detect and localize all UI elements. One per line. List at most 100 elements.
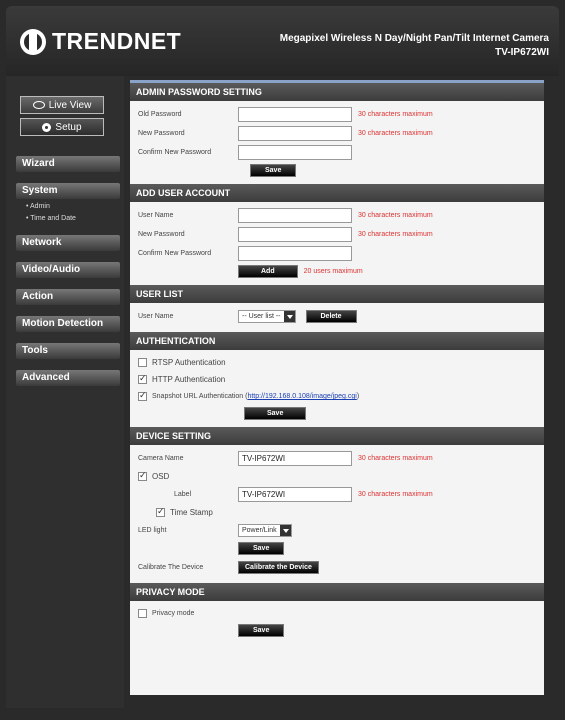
authentication-section: RTSP Authentication HTTP Authentication … bbox=[130, 350, 544, 427]
calibrate-button[interactable]: Calibrate the Device bbox=[238, 561, 319, 574]
menu-item-wizard[interactable]: Wizard bbox=[16, 156, 120, 172]
snapshot-auth-end: ) bbox=[356, 393, 360, 400]
http-auth-label: HTTP Authentication bbox=[152, 375, 226, 384]
user-list-selected: -- User list -- bbox=[242, 313, 281, 320]
settings-panel: ADMIN PASSWORD SETTING Old Password 30 c… bbox=[130, 80, 544, 695]
user-password-label: New Password bbox=[138, 231, 185, 238]
http-auth-checkbox[interactable] bbox=[138, 373, 147, 384]
confirm-password-label: Confirm New Password bbox=[138, 149, 212, 156]
setup-label: Setup bbox=[55, 121, 82, 133]
auth-save-button[interactable]: Save bbox=[244, 406, 307, 420]
osd-label: OSD bbox=[152, 472, 170, 481]
menu-item-advanced[interactable]: Advanced bbox=[16, 370, 120, 386]
user-list-label: User Name bbox=[138, 313, 174, 320]
menu-item-tools[interactable]: Tools bbox=[16, 343, 120, 359]
product-name: Megapixel Wireless N Day/Night Pan/Tilt … bbox=[279, 33, 549, 44]
admin-save-button[interactable]: Save bbox=[250, 163, 297, 177]
user-list-header: USER LIST bbox=[130, 285, 544, 303]
user-password-input[interactable] bbox=[238, 227, 352, 242]
submenu-item-time-date[interactable]: • Time and Date bbox=[26, 213, 120, 225]
device-setting-section: Camera Name 30 characters maximum OSD La… bbox=[130, 445, 544, 583]
menu-item-motion-detection[interactable]: Motion Detection bbox=[16, 316, 120, 332]
gear-icon bbox=[42, 122, 52, 132]
old-password-input[interactable] bbox=[238, 107, 352, 122]
auth-save-row: Save bbox=[138, 405, 536, 421]
time-stamp-label: Time Stamp bbox=[170, 508, 213, 517]
calibrate-label: Calibrate The Device bbox=[138, 564, 204, 571]
setup-button[interactable]: Setup bbox=[20, 118, 104, 136]
delete-user-button[interactable]: Delete bbox=[305, 310, 357, 323]
new-password-hint: 30 characters maximum bbox=[358, 130, 433, 137]
label-input[interactable] bbox=[238, 487, 352, 502]
camera-name-input[interactable] bbox=[238, 451, 352, 466]
user-name-hint: 30 characters maximum bbox=[358, 212, 433, 219]
camera-name-label: Camera Name bbox=[138, 455, 184, 462]
old-password-label: Old Password bbox=[138, 111, 182, 118]
privacy-mode-label: Privacy mode bbox=[152, 610, 195, 617]
http-auth-row: HTTP Authentication bbox=[138, 371, 536, 388]
menu-item-action[interactable]: Action bbox=[16, 289, 120, 305]
view-switcher: Live View Setup bbox=[20, 96, 108, 140]
user-confirm-input[interactable] bbox=[238, 246, 352, 261]
privacy-mode-header: PRIVACY MODE bbox=[130, 583, 544, 601]
admin-save-row: Save bbox=[138, 162, 536, 178]
osd-row: OSD bbox=[138, 468, 536, 485]
user-name-label: User Name bbox=[138, 212, 174, 219]
setup-menu: Wizard System • Admin • Time and Date Ne… bbox=[16, 156, 120, 397]
label-label: Label bbox=[174, 491, 192, 498]
add-user-header: ADD USER ACCOUNT bbox=[130, 184, 544, 202]
brand-logo: TRENDNET bbox=[20, 28, 181, 55]
time-stamp-checkbox[interactable] bbox=[156, 506, 165, 517]
privacy-mode-checkbox[interactable] bbox=[138, 609, 147, 618]
product-title: Megapixel Wireless N Day/Night Pan/Tilt … bbox=[280, 32, 549, 60]
add-user-button[interactable]: Add bbox=[238, 264, 298, 278]
submenu-item-admin[interactable]: • Admin bbox=[26, 201, 120, 213]
rtsp-auth-checkbox[interactable] bbox=[138, 358, 147, 367]
brand-name: TRENDNET bbox=[52, 28, 182, 54]
led-select[interactable]: Power/Link bbox=[238, 524, 292, 537]
user-list-row: User Name -- User list -- Delete bbox=[138, 307, 536, 326]
live-view-button[interactable]: Live View bbox=[20, 96, 104, 114]
calibrate-row: Calibrate The Device Calibrate the Devic… bbox=[138, 558, 536, 577]
add-user-section: User Name 30 characters maximum New Pass… bbox=[130, 202, 544, 285]
new-password-label: New Password bbox=[138, 130, 185, 137]
chevron-down-icon bbox=[279, 525, 291, 536]
menu-item-video-audio[interactable]: Video/Audio bbox=[16, 262, 120, 278]
authentication-header: AUTHENTICATION bbox=[130, 332, 544, 350]
user-list-select[interactable]: -- User list -- bbox=[238, 310, 296, 323]
new-password-row: New Password 30 characters maximum bbox=[138, 124, 536, 143]
confirm-password-input[interactable] bbox=[238, 145, 352, 160]
menu-item-network[interactable]: Network bbox=[16, 235, 120, 251]
label-hint: 30 characters maximum bbox=[358, 491, 433, 498]
eye-icon bbox=[32, 101, 45, 109]
snapshot-url-link[interactable]: http://192.168.0.108/image/jpeg.cgi bbox=[247, 393, 356, 400]
user-password-hint: 30 characters maximum bbox=[358, 231, 433, 238]
admin-password-header: ADMIN PASSWORD SETTING bbox=[130, 83, 544, 101]
snapshot-auth-checkbox[interactable] bbox=[138, 390, 147, 401]
user-password-row: New Password 30 characters maximum bbox=[138, 225, 536, 244]
led-row: LED light Power/Link bbox=[138, 521, 536, 540]
old-password-hint: 30 characters maximum bbox=[358, 111, 433, 118]
header: TRENDNET Megapixel Wireless N Day/Night … bbox=[6, 6, 559, 76]
add-user-row: Add 20 users maximum bbox=[138, 263, 536, 279]
old-password-row: Old Password 30 characters maximum bbox=[138, 105, 536, 124]
user-confirm-row: Confirm New Password bbox=[138, 244, 536, 263]
time-stamp-row: Time Stamp bbox=[138, 504, 536, 521]
user-name-input[interactable] bbox=[238, 208, 352, 223]
confirm-password-row: Confirm New Password bbox=[138, 143, 536, 162]
new-password-input[interactable] bbox=[238, 126, 352, 141]
label-row: Label 30 characters maximum bbox=[138, 485, 536, 504]
model-name: TV-IP672WI bbox=[495, 47, 549, 58]
privacy-save-button[interactable]: Save bbox=[238, 623, 285, 637]
trendnet-logo-icon bbox=[20, 28, 46, 55]
device-save-button[interactable]: Save bbox=[238, 541, 285, 555]
camera-name-row: Camera Name 30 characters maximum bbox=[138, 449, 536, 468]
system-submenu: • Admin • Time and Date bbox=[26, 201, 120, 225]
snapshot-auth-row: Snapshot URL Authentication ( http://192… bbox=[138, 388, 536, 405]
menu-item-system[interactable]: System bbox=[16, 183, 120, 199]
privacy-mode-section: Privacy mode Save bbox=[130, 601, 544, 644]
rtsp-auth-label: RTSP Authentication bbox=[152, 358, 226, 367]
osd-checkbox[interactable] bbox=[138, 470, 147, 481]
privacy-mode-row: Privacy mode bbox=[138, 605, 536, 622]
user-name-row: User Name 30 characters maximum bbox=[138, 206, 536, 225]
